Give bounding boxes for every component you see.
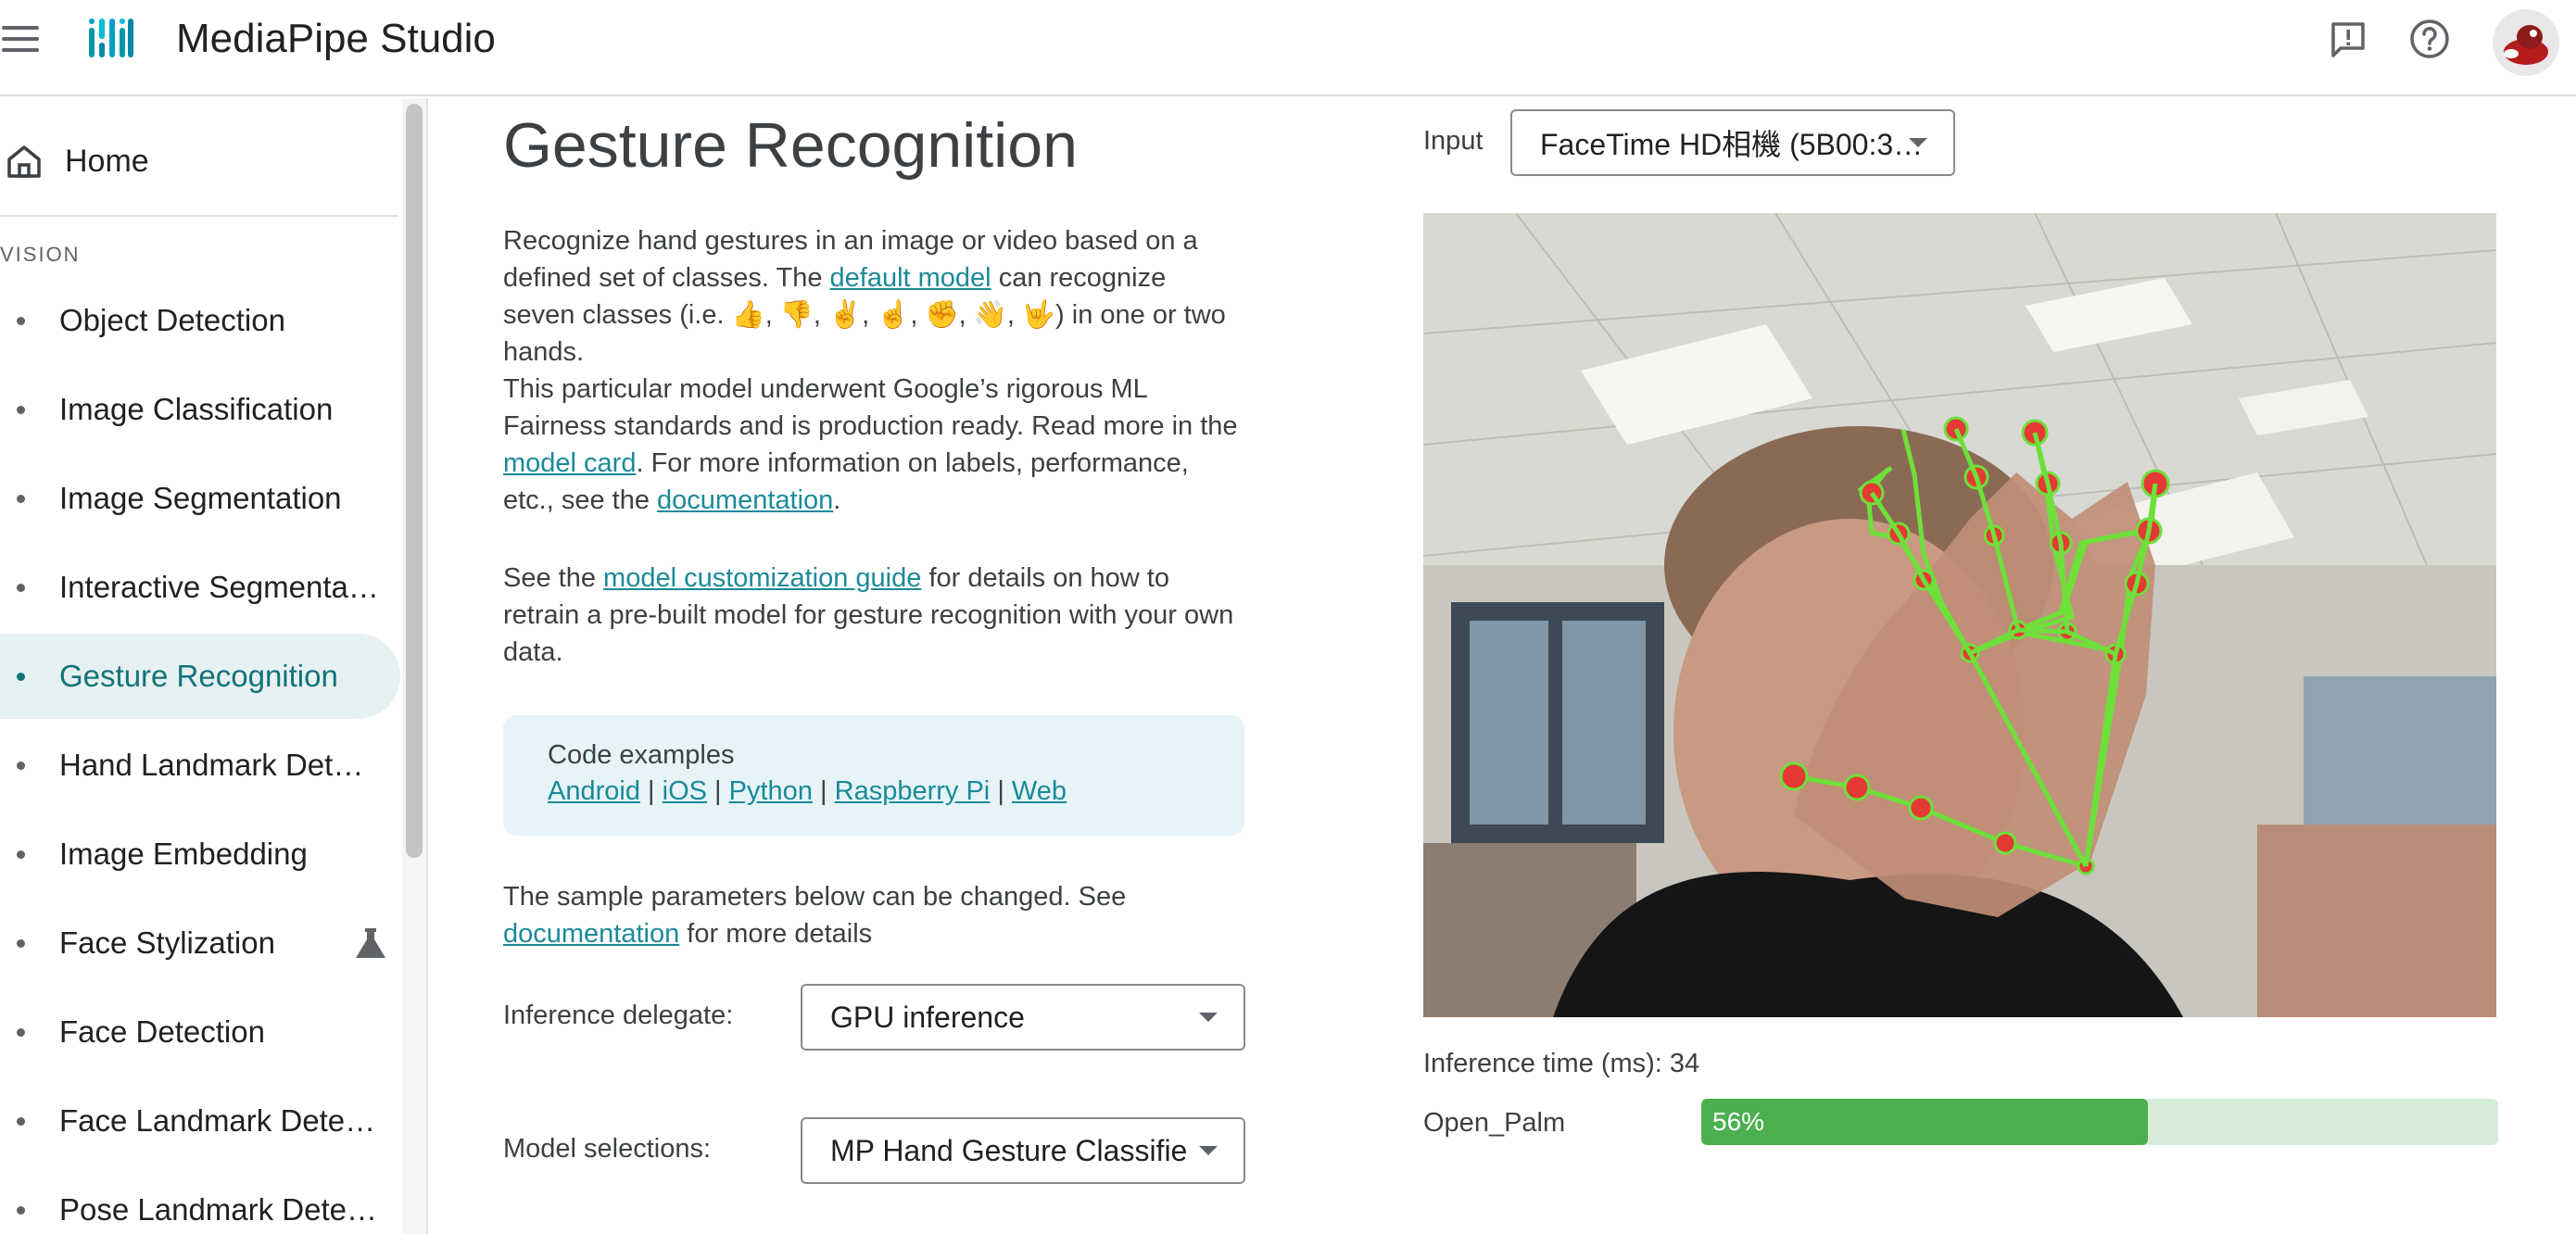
sidebar-item-gesture-recognition[interactable]: Gesture Recognition	[0, 634, 400, 719]
sidebar-item-object-detection[interactable]: Object Detection	[0, 278, 400, 363]
select-value: FaceTime HD相機 (5B00:3…	[1540, 128, 1924, 161]
flask-icon	[356, 928, 385, 958]
sidebar-item-label: Image Embedding	[59, 837, 308, 871]
home-icon	[7, 145, 41, 178]
chevron-down-icon	[1199, 1146, 1218, 1155]
sidebar: Home VISION Object Detection Image Class…	[0, 98, 402, 1234]
bullet	[17, 405, 25, 414]
feedback-icon[interactable]	[2324, 15, 2372, 63]
params-documentation-link[interactable]: documentation	[503, 919, 679, 949]
model-card-link[interactable]: model card	[503, 448, 636, 478]
mediapipe-logo[interactable]	[87, 15, 133, 61]
chevron-down-icon	[1909, 138, 1927, 147]
fairness-text: This particular model underwent Google’s…	[503, 374, 1238, 441]
params-text: for more details	[679, 919, 873, 949]
sidebar-item-home[interactable]: Home	[0, 135, 149, 187]
sidebar-item-label: Hand Landmark Detection	[59, 748, 380, 782]
bullet	[17, 672, 25, 681]
ios-link[interactable]: iOS	[663, 776, 707, 806]
sidebar-item-label: Interactive Segmentation	[59, 570, 380, 604]
top-app-bar: MediaPipe Studio	[0, 0, 2576, 96]
gesture-score-fill: 56%	[1701, 1099, 2148, 1145]
bullet	[17, 1116, 25, 1126]
sidebar-section-label: VISION	[0, 243, 81, 266]
sidebar-item-hand-landmark-detection[interactable]: Hand Landmark Detection	[0, 723, 400, 808]
camera-frame	[1423, 213, 2496, 1017]
menu-icon[interactable]	[0, 20, 41, 57]
sidebar-item-image-classification[interactable]: Image Classification	[0, 367, 400, 452]
gesture-score-label: 56%	[1712, 1107, 1765, 1136]
sidebar-item-interactive-segmentation[interactable]: Interactive Segmentation	[0, 545, 400, 630]
input-label: Input	[1423, 126, 1484, 156]
inference-time: Inference time (ms): 34	[1423, 1049, 1700, 1078]
select-value: MP Hand Gesture Classifier	[830, 1133, 1188, 1167]
page-title: Gesture Recognition	[503, 110, 1078, 181]
input-source-select[interactable]: FaceTime HD相機 (5B00:3…	[1510, 109, 1955, 176]
sidebar-scrollbar-thumb[interactable]	[406, 104, 423, 858]
sidebar-item-face-stylization[interactable]: Face Stylization	[0, 900, 400, 986]
sidebar-item-label: Face Stylization	[59, 926, 275, 960]
sidebar-divider	[0, 215, 398, 217]
model-selection-label: Model selections:	[503, 1134, 712, 1164]
separator: |	[714, 776, 722, 806]
select-value: GPU inference	[830, 1000, 1025, 1034]
bullet	[17, 1205, 25, 1215]
bullet	[17, 316, 25, 325]
default-model-link[interactable]: default model	[830, 263, 991, 293]
raspberry-pi-link[interactable]: Raspberry Pi	[835, 776, 991, 806]
documentation-link[interactable]: documentation	[657, 485, 833, 515]
sidebar-item-label: Face Landmark Detection	[59, 1103, 380, 1138]
gesture-score-bar: 56%	[1701, 1099, 2498, 1145]
separator: |	[820, 776, 827, 806]
sidebar-item-image-embedding[interactable]: Image Embedding	[0, 812, 400, 897]
python-link[interactable]: Python	[729, 776, 813, 806]
bullet	[17, 583, 25, 592]
camera-feed	[1423, 213, 2496, 1017]
inference-delegate-label: Inference delegate:	[503, 1001, 734, 1030]
fairness-text: .	[833, 485, 841, 515]
code-examples-links: Android | iOS | Python | Raspberry Pi | …	[548, 773, 1244, 810]
avatar[interactable]	[2493, 9, 2559, 76]
params-paragraph: The sample parameters below can be chang…	[503, 878, 1244, 952]
sidebar-item-label: Face Detection	[59, 1014, 265, 1049]
bullet	[17, 938, 25, 948]
customization-guide-link[interactable]: model customization guide	[603, 563, 921, 593]
sidebar-item-face-landmark-detection[interactable]: Face Landmark Detection	[0, 1078, 400, 1164]
params-text: The sample parameters below can be chang…	[503, 882, 1127, 912]
code-examples-title: Code examples	[548, 740, 735, 770]
gesture-category: Open_Palm	[1423, 1108, 1566, 1138]
sidebar-item-label: Image Segmentation	[59, 481, 342, 515]
sidebar-item-pose-landmark-detection[interactable]: Pose Landmark Detection	[0, 1167, 400, 1234]
customization-paragraph: See the model customization guide for de…	[503, 560, 1244, 671]
web-link[interactable]: Web	[1012, 776, 1067, 806]
help-icon[interactable]	[2406, 15, 2454, 63]
code-examples-box: Code examples Android | iOS | Python | R…	[503, 715, 1244, 836]
sidebar-item-label: Pose Landmark Detection	[59, 1192, 380, 1227]
sidebar-item-label: Home	[65, 143, 149, 179]
separator: |	[648, 776, 655, 806]
bullet	[17, 850, 25, 859]
bullet	[17, 494, 25, 503]
app-title[interactable]: MediaPipe Studio	[176, 13, 496, 65]
bullet	[17, 761, 25, 770]
inference-delegate-select[interactable]: GPU inference	[801, 984, 1245, 1051]
bullet	[17, 1027, 25, 1037]
chevron-down-icon	[1199, 1013, 1218, 1022]
sidebar-item-image-segmentation[interactable]: Image Segmentation	[0, 456, 400, 541]
sidebar-item-label: Gesture Recognition	[59, 659, 338, 693]
android-link[interactable]: Android	[548, 776, 640, 806]
sidebar-item-label: Object Detection	[59, 303, 285, 337]
model-selection-select[interactable]: MP Hand Gesture Classifier	[801, 1117, 1245, 1184]
customize-text: See the	[503, 563, 604, 593]
sidebar-item-label: Image Classification	[59, 392, 334, 426]
separator: |	[997, 776, 1004, 806]
fairness-paragraph: This particular model underwent Google’s…	[503, 371, 1244, 519]
intro-paragraph: Recognize hand gestures in an image or v…	[503, 222, 1244, 371]
sidebar-item-face-detection[interactable]: Face Detection	[0, 989, 400, 1075]
